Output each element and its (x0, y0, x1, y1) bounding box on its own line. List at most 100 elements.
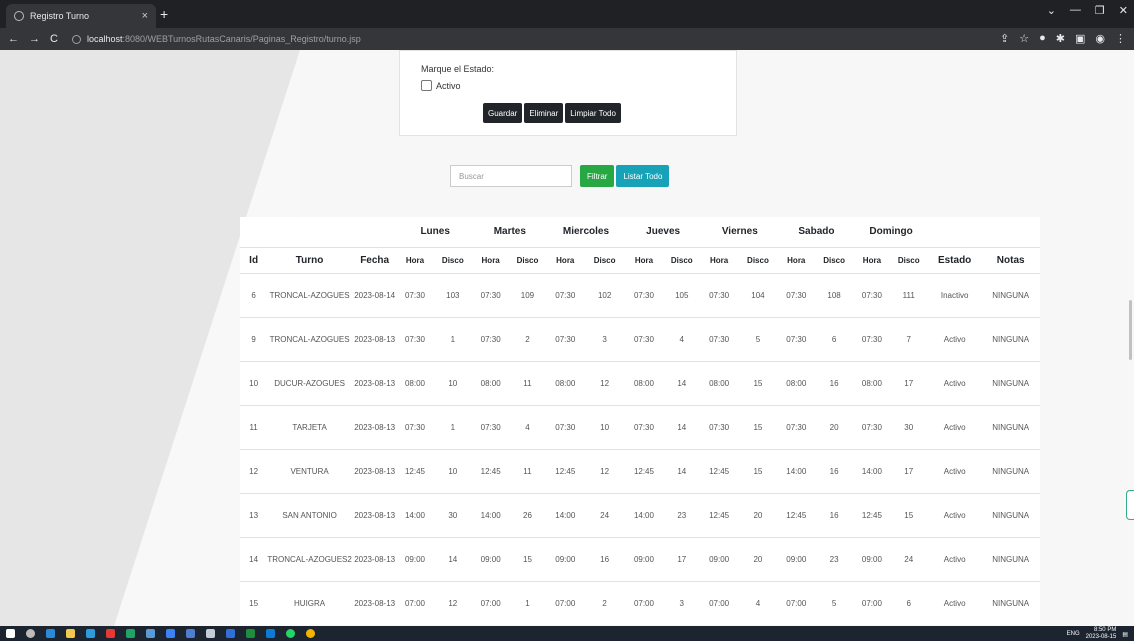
close-window-icon[interactable]: ✕ (1119, 4, 1128, 17)
cell-hora: 07:00 (473, 580, 509, 625)
activo-checkbox[interactable] (421, 80, 432, 91)
clock[interactable]: 8:50 PM 2023-08-15 (1086, 627, 1117, 641)
activo-checkbox-row[interactable]: Activo (421, 80, 461, 91)
windows-start-icon[interactable] (6, 629, 15, 638)
new-tab-button[interactable]: + (160, 6, 168, 22)
url-field[interactable]: localhost:8080/WEBTurnosRutasCanaris/Pag… (71, 34, 361, 44)
day-header: Miercoles (546, 217, 626, 248)
app-icon[interactable] (146, 629, 155, 638)
cell-hora: 07:30 (700, 404, 738, 449)
share-icon[interactable]: ⇪ (1000, 32, 1009, 45)
app-icon[interactable] (186, 629, 195, 638)
col-disco-header: Disco (662, 247, 701, 274)
eliminar-button[interactable]: Eliminar (524, 103, 564, 123)
day-header: Lunes (397, 217, 473, 248)
day-header: Jueves (625, 217, 701, 248)
col-hora-header: Hora (625, 247, 663, 274)
cell-notas: NINGUNA (981, 580, 1040, 625)
search-input[interactable]: Buscar (450, 165, 572, 187)
tab-close-icon[interactable]: × (142, 10, 148, 22)
cell-hora: 12:45 (778, 492, 814, 537)
whatsapp-icon[interactable] (286, 629, 295, 638)
cell-disco: 17 (889, 360, 928, 405)
side-widget-icon[interactable] (1126, 490, 1134, 520)
bookmark-star-icon[interactable]: ☆ (1019, 32, 1029, 45)
cell-notas: NINGUNA (981, 492, 1040, 537)
window-controls: ⌄ — ❐ ✕ (1047, 4, 1128, 17)
sidebar-icon[interactable]: ▣ (1075, 32, 1085, 45)
table-header-days: Lunes Martes Miercoles Jueves Viernes Sa… (240, 217, 1040, 248)
table-row[interactable]: 9 TRONCAL-AZOGUES 2023-08-13 07:30 1 07:30 2 07… (240, 316, 1040, 361)
app-icon[interactable] (166, 629, 175, 638)
guardar-button[interactable]: Guardar (483, 103, 523, 123)
site-info-icon[interactable] (71, 34, 81, 44)
excel-icon[interactable] (246, 629, 255, 638)
forward-icon[interactable]: → (29, 33, 40, 45)
table-row[interactable]: 14 TRONCAL-AZOGUES2 2023-08-13 09:00 14 09:00… (240, 536, 1040, 581)
url-path: :8080/WEBTurnosRutasCanaris/Paginas_Regi… (122, 34, 361, 44)
cell-hora: 08:00 (700, 360, 738, 405)
restore-icon[interactable]: ❐ (1095, 4, 1105, 17)
file-explorer-icon[interactable] (66, 629, 75, 638)
chrome-icon[interactable] (306, 629, 315, 638)
listar-todo-button[interactable]: Listar Todo (616, 165, 670, 187)
cell-id: 14 (240, 536, 268, 581)
app-icon[interactable] (266, 629, 275, 638)
back-icon[interactable]: ← (8, 33, 19, 45)
app-icon[interactable] (106, 629, 115, 638)
table-row[interactable]: 12 VENTURA 2023-08-13 12:45 10 12:45 11 12:45 12… (240, 448, 1040, 493)
clock-time: 8:50 PM (1093, 627, 1117, 633)
search-icon[interactable] (26, 629, 35, 638)
table-row[interactable]: 10 DUCUR-AZOGUES 2023-08-13 08:00 10 08:00 11 0… (240, 360, 1040, 405)
cell-disco: 26 (508, 492, 547, 537)
cell-hora: 08:00 (778, 360, 814, 405)
col-hora-header: Hora (854, 247, 890, 274)
filtrar-button[interactable]: Filtrar (580, 165, 615, 187)
browser-tab[interactable]: Registro Turno × (6, 4, 156, 28)
cell-disco: 12 (583, 448, 626, 493)
cell-disco: 15 (737, 448, 779, 493)
cell-hora: 07:30 (625, 404, 663, 449)
store-icon[interactable] (86, 629, 95, 638)
reload-icon[interactable]: C (50, 33, 58, 45)
cell-hora: 12:45 (700, 492, 738, 537)
word-icon[interactable] (226, 629, 235, 638)
cell-estado: Activo (927, 536, 982, 581)
cell-hora: 09:00 (854, 536, 890, 581)
cell-notas: NINGUNA (981, 360, 1040, 405)
col-disco-header: Disco (583, 247, 626, 274)
edge-icon[interactable] (46, 629, 55, 638)
cell-hora: 07:30 (555, 290, 576, 300)
notifications-icon[interactable]: ▤ (1122, 631, 1128, 638)
cell-turno: TRONCAL-AZOGUES (267, 316, 352, 361)
table-row[interactable]: 11 TARJETA 2023-08-13 07:30 1 07:30 4 07:30 10 07… (240, 404, 1040, 449)
cell-notas: NINGUNA (981, 448, 1040, 493)
puzzle-icon[interactable]: ✱ (1056, 32, 1065, 45)
language-indicator[interactable]: ENG (1067, 631, 1080, 637)
app-icon[interactable] (126, 629, 135, 638)
cell-notas: NINGUNA (981, 316, 1040, 361)
scrollbar-thumb[interactable] (1129, 300, 1132, 360)
minimize-icon[interactable]: — (1070, 4, 1081, 17)
cell-disco: 10 (583, 404, 626, 449)
limpiar-todo-button[interactable]: Limpiar Todo (565, 103, 621, 123)
extension-icon[interactable]: ● (1039, 32, 1046, 45)
menu-icon[interactable]: ⋮ (1115, 32, 1126, 45)
cell-disco: 20 (737, 492, 779, 537)
tab-search-icon[interactable]: ⌄ (1047, 4, 1056, 17)
table-row[interactable]: 6 TRONCAL-AZOGUES 2023-08-14 07:30 103 07:30 1… (240, 273, 1040, 317)
col-disco-header: Disco (737, 247, 779, 274)
table-row[interactable]: 13 SAN ANTONIO 2023-08-13 14:00 30 14:00 26 14:… (240, 492, 1040, 537)
cell-hora: 09:00 (546, 536, 584, 581)
table-row[interactable]: 15 HUIGRA 2023-08-13 07:00 12 07:00 1 07:00 2 07:… (240, 580, 1040, 625)
cell-disco: 20 (737, 536, 779, 581)
cell-id: 11 (240, 404, 268, 449)
profile-icon[interactable]: ◉ (1095, 32, 1105, 45)
cell-hora: 14:00 (473, 492, 509, 537)
cell-disco: 23 (813, 536, 855, 581)
cell-hora: 07:30 (709, 290, 730, 300)
app-icon[interactable] (206, 629, 215, 638)
cell-disco: 4 (508, 404, 547, 449)
cell-disco: 4 (662, 316, 701, 361)
cell-id: 10 (240, 360, 268, 405)
